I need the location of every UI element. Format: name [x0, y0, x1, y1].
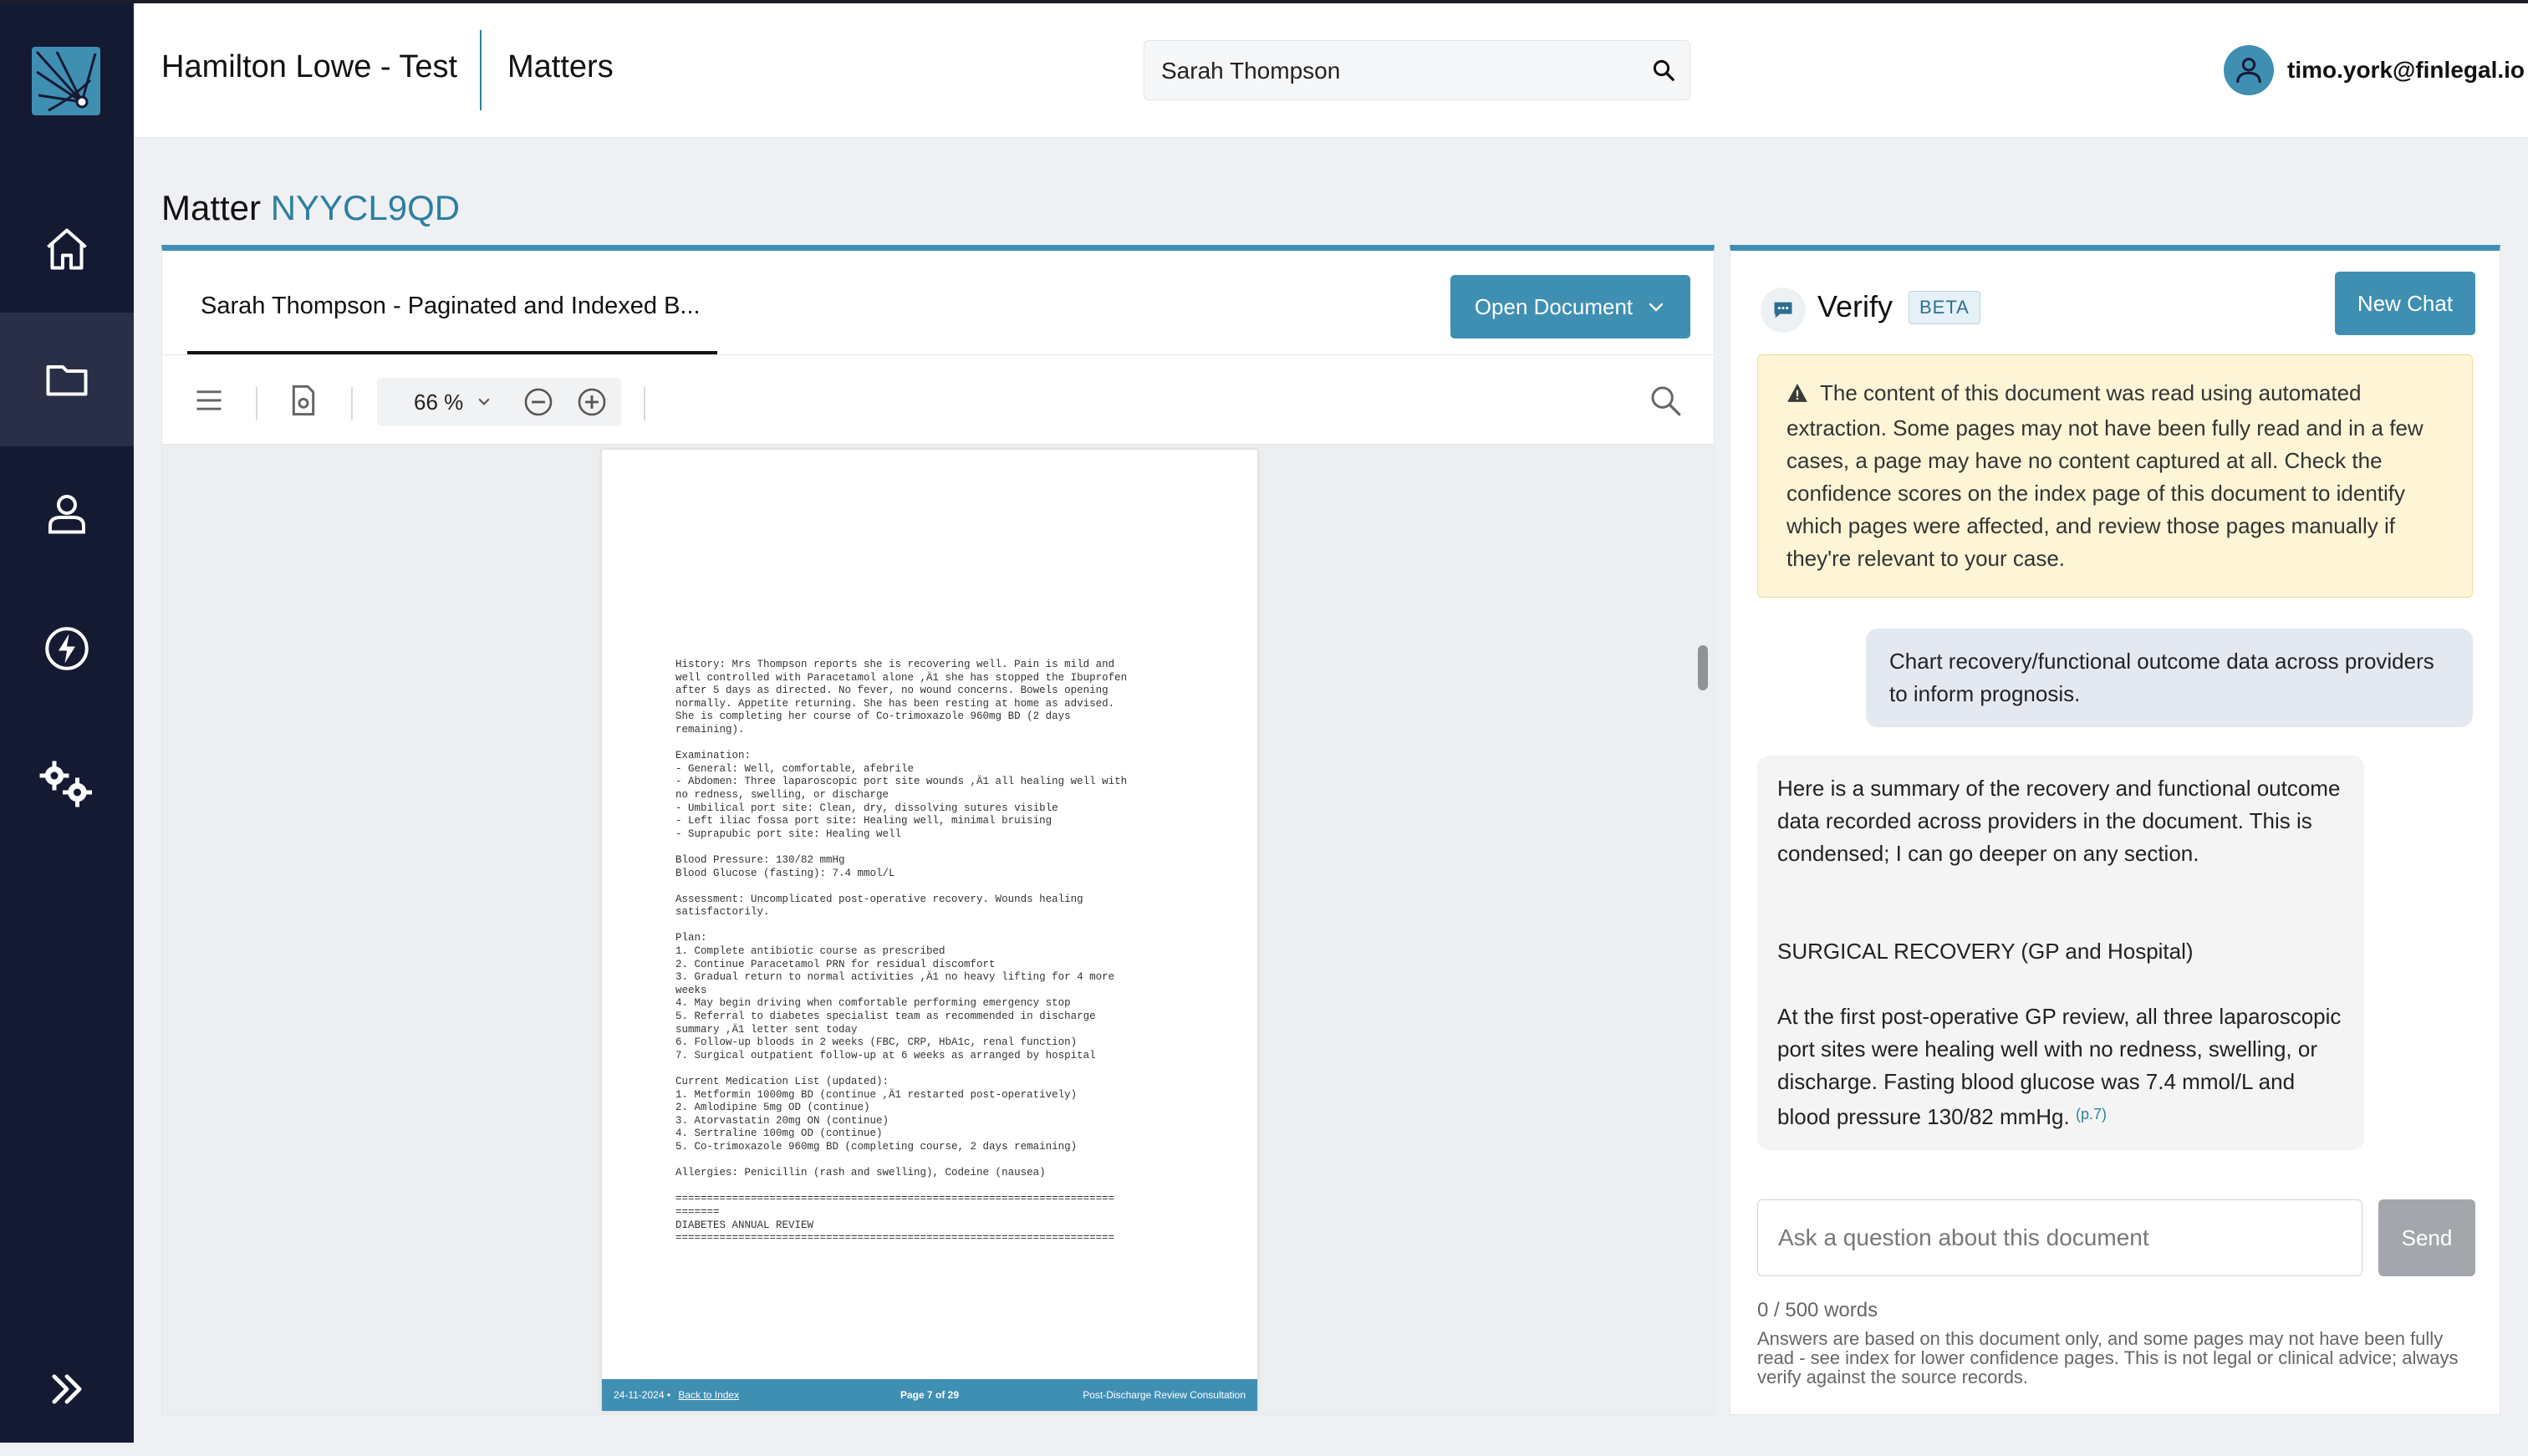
document-search-icon[interactable] — [1649, 384, 1682, 421]
gears-icon — [39, 761, 92, 807]
page-footer: 24-11-2024 • Back to Index Page 7 of 29 … — [602, 1379, 1257, 1411]
user-avatar-icon — [2236, 58, 2261, 84]
home-icon — [47, 228, 87, 270]
logo-mark-icon — [35, 50, 97, 112]
warning-text: The content of this document was read us… — [1786, 380, 2424, 571]
user-icon — [48, 495, 85, 534]
viewer-scrollbar[interactable] — [1698, 645, 1708, 690]
double-chevron-right-icon — [52, 1374, 82, 1404]
matter-label: Matter — [161, 188, 262, 227]
send-button[interactable]: Send — [2378, 1199, 2475, 1276]
pdf-viewer[interactable]: History: Mrs Thompson reports she is rec… — [162, 445, 1714, 1414]
user-menu[interactable]: timo.york@finlegal.io — [2224, 43, 2525, 97]
app-logo[interactable] — [32, 47, 100, 115]
section-title[interactable]: Matters — [507, 49, 614, 85]
zoom-value: 66 % — [414, 389, 464, 415]
tab-document[interactable]: Sarah Thompson - Paginated and Indexed B… — [201, 293, 701, 320]
zoom-select[interactable]: 66 % — [377, 378, 621, 426]
sidebar — [0, 3, 134, 1443]
document-properties-icon[interactable] — [289, 384, 318, 421]
assistant-intro: Here is a summary of the recovery and fu… — [1777, 776, 2341, 866]
header-divider — [480, 30, 482, 110]
beta-badge: BETA — [1909, 291, 1980, 324]
toolbar-separator — [256, 387, 257, 420]
open-document-label: Open Document — [1474, 293, 1634, 319]
avatar[interactable] — [2224, 45, 2274, 95]
chat-bubble-icon — [1761, 288, 1806, 333]
toolbar-separator — [351, 387, 353, 420]
footer-section: Post-Discharge Review Consultation — [1083, 1389, 1246, 1401]
page-title: Matter NYYCL9QD — [161, 188, 460, 228]
assistant-paragraph-text: At the first post-operative GP review, a… — [1777, 1004, 2342, 1129]
zoom-chevron-down-icon — [476, 393, 492, 414]
chat-history[interactable]: The content of this document was read us… — [1757, 354, 2473, 1179]
sidebar-item-home[interactable] — [0, 182, 134, 316]
user-email[interactable]: timo.york@finlegal.io — [2287, 57, 2525, 84]
assistant-paragraph: At the first post-operative GP review, a… — [1777, 1000, 2344, 1133]
pdf-toolbar: 66 % — [162, 355, 1714, 445]
folder-icon — [46, 365, 88, 396]
new-chat-button[interactable]: New Chat — [2335, 272, 2475, 335]
zoom-in-icon[interactable] — [576, 386, 608, 422]
disclaimer-text: Answers are based on this document only,… — [1757, 1328, 2459, 1387]
sidebar-item-matters[interactable] — [0, 313, 134, 446]
sidebar-expand-button[interactable] — [0, 1322, 134, 1456]
top-header: Hamilton Lowe - Test Matters timo.york@f… — [134, 3, 2528, 138]
open-document-button[interactable]: Open Document — [1450, 275, 1690, 339]
lightning-icon — [45, 627, 89, 670]
global-search — [1144, 40, 1690, 101]
chevron-down-icon — [1649, 303, 1664, 312]
search-icon[interactable] — [1651, 58, 1676, 87]
matter-id: NYYCL9QD — [270, 188, 461, 227]
warning-icon — [1786, 379, 1808, 412]
question-input[interactable] — [1757, 1199, 2362, 1276]
toolbar-separator — [644, 387, 645, 420]
document-panel: Sarah Thompson - Paginated and Indexed B… — [161, 245, 1715, 1415]
sidebar-item-settings[interactable] — [0, 717, 134, 851]
user-message: Chart recovery/functional outcome data a… — [1866, 629, 2473, 727]
page-content: History: Mrs Thompson reports she is rec… — [675, 659, 1128, 1245]
assistant-message: Here is a summary of the recovery and fu… — [1757, 756, 2364, 1150]
verify-panel: Verify BETA New Chat The content of this… — [1730, 245, 2500, 1415]
word-count: 0 / 500 words — [1757, 1299, 1878, 1321]
org-name[interactable]: Hamilton Lowe - Test — [161, 49, 457, 85]
pdf-page: History: Mrs Thompson reports she is rec… — [602, 450, 1257, 1411]
sidebar-item-automations[interactable] — [0, 582, 134, 715]
zoom-out-icon[interactable] — [522, 386, 554, 422]
verify-title: Verify — [1817, 289, 1893, 323]
search-input[interactable] — [1160, 41, 1648, 101]
assistant-heading: SURGICAL RECOVERY (GP and Hospital) — [1777, 939, 2194, 964]
extraction-warning: The content of this document was read us… — [1757, 354, 2473, 598]
sidebar-toggle-icon[interactable] — [194, 387, 224, 418]
sidebar-item-contacts[interactable] — [0, 446, 134, 580]
citation-link[interactable]: (p.7) — [2076, 1106, 2107, 1123]
